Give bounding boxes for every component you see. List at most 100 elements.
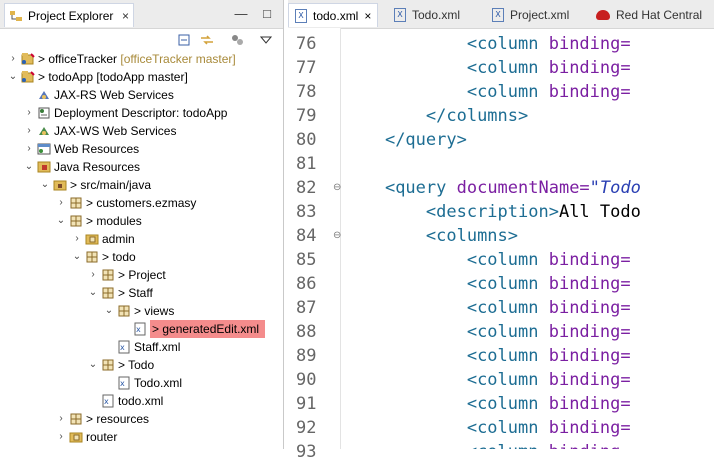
- code-line[interactable]: <column binding=: [344, 56, 714, 80]
- tree-row[interactable]: x > generatedEdit.xml: [0, 320, 283, 338]
- code-token: </columns>: [425, 106, 529, 126]
- tree-item-label[interactable]: > officeTracker [officeTracker master]: [38, 50, 236, 68]
- tree-row[interactable]: x todo.xml: [0, 392, 283, 410]
- code-line[interactable]: </columns>: [344, 104, 714, 128]
- tree-item-label[interactable]: > src/main/java: [70, 176, 151, 194]
- tree-row[interactable]: › > officeTracker [officeTracker master]: [0, 50, 283, 68]
- line-number: 78: [296, 82, 317, 102]
- tree-row[interactable]: JAX-RS Web Services: [0, 86, 283, 104]
- collapse-all-icon[interactable]: [175, 32, 193, 48]
- tree-row[interactable]: ⌄ > Todo: [0, 356, 283, 374]
- code-line[interactable]: <column binding=: [344, 344, 714, 368]
- expanded-arrow-icon[interactable]: ⌄: [104, 302, 114, 320]
- project-explorer-tab[interactable]: Project Explorer ×: [4, 3, 134, 27]
- tree-row[interactable]: x Staff.xml: [0, 338, 283, 356]
- tree-item-label[interactable]: > Project: [118, 266, 166, 284]
- filter-icon[interactable]: [228, 32, 246, 48]
- code-line[interactable]: <query documentName="Todo: [344, 176, 714, 200]
- tree-row[interactable]: ⌄ Java Resources: [0, 158, 283, 176]
- tree-item-label[interactable]: > customers.ezmasy: [86, 194, 196, 212]
- collapsed-arrow-icon[interactable]: ›: [88, 266, 98, 284]
- code-line[interactable]: <description>All Todo: [344, 200, 714, 224]
- collapsed-arrow-icon[interactable]: ›: [72, 230, 82, 248]
- tree-item-label[interactable]: > todoApp [todoApp master]: [38, 68, 188, 86]
- tree-item-label[interactable]: Deployment Descriptor: todoApp: [54, 104, 227, 122]
- collapsed-arrow-icon[interactable]: ›: [56, 428, 66, 446]
- tab-todo-xml[interactable]: Xtodo.xml ×: [288, 3, 379, 27]
- expanded-arrow-icon[interactable]: ⌄: [56, 212, 66, 230]
- minimize-button[interactable]: —: [233, 5, 249, 21]
- project-explorer-icon: [9, 9, 23, 23]
- code-line[interactable]: <column binding=: [344, 272, 714, 296]
- collapsed-arrow-icon[interactable]: ›: [24, 140, 34, 158]
- code-line[interactable]: <column binding=: [344, 368, 714, 392]
- tree-row[interactable]: › Web Resources: [0, 140, 283, 158]
- tree-item-label[interactable]: Todo.xml: [134, 374, 182, 392]
- code-line[interactable]: <column binding=: [344, 32, 714, 56]
- expanded-arrow-icon[interactable]: ⌄: [8, 68, 18, 86]
- tree-item-label[interactable]: > resources: [86, 410, 149, 428]
- tree-row[interactable]: ⌄ > src/main/java: [0, 176, 283, 194]
- collapsed-arrow-icon[interactable]: ›: [8, 50, 18, 68]
- tree-row[interactable]: ⌄ > modules: [0, 212, 283, 230]
- tree-row[interactable]: x Todo.xml: [0, 374, 283, 392]
- fold-toggle-icon[interactable]: ⊖: [333, 224, 341, 248]
- code-line[interactable]: [344, 152, 714, 176]
- tree-item-label[interactable]: JAX-RS Web Services: [54, 86, 174, 104]
- expanded-arrow-icon[interactable]: ⌄: [88, 284, 98, 302]
- tab-red-hat-central[interactable]: Red Hat Central: [590, 3, 708, 27]
- collapsed-arrow-icon[interactable]: ›: [56, 410, 66, 428]
- link-editor-icon[interactable]: [198, 32, 216, 48]
- close-icon[interactable]: ×: [122, 9, 129, 23]
- fold-toggle-icon[interactable]: ⊖: [333, 176, 341, 200]
- expanded-arrow-icon[interactable]: ⌄: [24, 158, 34, 176]
- view-menu-icon[interactable]: [257, 32, 275, 48]
- tree-item-label[interactable]: todo.xml: [118, 392, 163, 410]
- tree-item-label[interactable]: > views: [134, 302, 174, 320]
- tree-row[interactable]: › > Project: [0, 266, 283, 284]
- tree-item-label[interactable]: > Todo: [118, 356, 154, 374]
- tree-row[interactable]: ⌄ > Staff: [0, 284, 283, 302]
- tree-item-name: generatedEdit.xml: [162, 322, 260, 336]
- tab-todo-xml-2[interactable]: X Todo.xml: [388, 3, 466, 27]
- tree-row[interactable]: ⌄ > views: [0, 302, 283, 320]
- collapsed-arrow-icon[interactable]: ›: [24, 122, 34, 140]
- code-line[interactable]: <column binding=: [344, 296, 714, 320]
- tree-row[interactable]: › JAX-WS Web Services: [0, 122, 283, 140]
- code-line[interactable]: <column binding=: [344, 416, 714, 440]
- expanded-arrow-icon[interactable]: ⌄: [72, 248, 82, 266]
- tree-row[interactable]: › > resources: [0, 410, 283, 428]
- tree-item-label[interactable]: admin: [102, 230, 135, 248]
- tree-item-label[interactable]: JAX-WS Web Services: [54, 122, 176, 140]
- code-area[interactable]: <column binding= <column binding= <colum…: [344, 28, 714, 449]
- tree-item-label[interactable]: > todo: [102, 248, 136, 266]
- close-icon[interactable]: ×: [364, 9, 371, 23]
- code-line[interactable]: <columns>: [344, 224, 714, 248]
- tree-item-label[interactable]: router: [86, 428, 117, 446]
- collapsed-arrow-icon[interactable]: ›: [24, 104, 34, 122]
- tree-item-label[interactable]: > modules: [86, 212, 142, 230]
- tree-row[interactable]: ⌄ > todo: [0, 248, 283, 266]
- expanded-arrow-icon[interactable]: ⌄: [88, 356, 98, 374]
- tree-row[interactable]: › admin: [0, 230, 283, 248]
- code-line[interactable]: <column binding=: [344, 320, 714, 344]
- tree-row[interactable]: › router: [0, 428, 283, 446]
- code-line[interactable]: <column binding=: [344, 80, 714, 104]
- tab-project-xml[interactable]: X Project.xml: [486, 3, 575, 27]
- code-line[interactable]: <column binding=: [344, 248, 714, 272]
- code-line[interactable]: </query>: [344, 128, 714, 152]
- collapsed-arrow-icon[interactable]: ›: [56, 194, 66, 212]
- tree-row[interactable]: › Deployment Descriptor: todoApp: [0, 104, 283, 122]
- xml-editor[interactable]: 76 77 78 79 80 81 82 ⊖ 83 84 ⊖ 85 86 87 88 89 90 91 92 93 <…: [288, 28, 714, 462]
- expanded-arrow-icon[interactable]: ⌄: [40, 176, 50, 194]
- code-line[interactable]: <column binding=: [344, 392, 714, 416]
- tree-row[interactable]: › > customers.ezmasy: [0, 194, 283, 212]
- tree-item-label[interactable]: Web Resources: [54, 140, 139, 158]
- tree-item-label[interactable]: > Staff: [118, 284, 153, 302]
- tree-row[interactable]: ⌄ > todoApp [todoApp master]: [0, 68, 283, 86]
- maximize-button[interactable]: □: [259, 5, 275, 21]
- code-line[interactable]: <column binding=: [344, 440, 714, 449]
- tree-item-label[interactable]: Staff.xml: [134, 338, 180, 356]
- tree-item-label[interactable]: > generatedEdit.xml: [150, 320, 266, 338]
- tree-item-label[interactable]: Java Resources: [54, 158, 140, 176]
